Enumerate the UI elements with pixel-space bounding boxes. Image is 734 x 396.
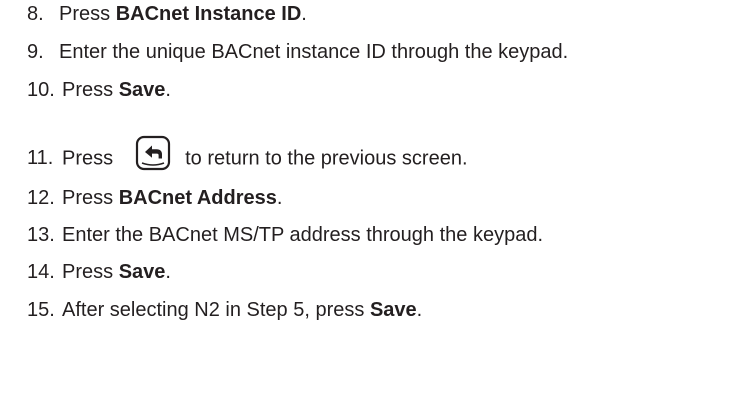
step-text: Press xyxy=(62,187,119,209)
instruction-list: 8. Press BACnet Instance ID. 9. Enter the … xyxy=(0,0,734,396)
step-text: Press xyxy=(59,3,116,25)
step-emphasis: Save xyxy=(118,79,166,101)
step-text: Press xyxy=(62,261,119,283)
step-punctuation: . xyxy=(276,187,283,209)
step-13: 13. Enter the BACnet MS/TP address throug… xyxy=(27,223,543,247)
step-punctuation: . xyxy=(301,3,307,25)
step-number: 14. xyxy=(27,261,55,283)
step-8: 8. Press BACnet Instance ID. xyxy=(27,2,307,26)
step-15: 15. After selecting N2 in Step 5, press S… xyxy=(27,298,422,322)
step-number: 9. xyxy=(27,41,44,63)
step-11: 11. Press to return to the previous scree… xyxy=(27,135,468,177)
step-10: 10. Press Save. xyxy=(27,78,171,102)
step-12: 12. Press BACnet Address. xyxy=(27,186,282,210)
step-9: 9. Enter the unique BACnet instance ID th… xyxy=(27,40,568,64)
step-number: 12. xyxy=(27,187,55,209)
step-14: 14. Press Save. xyxy=(27,260,171,284)
step-text: to return to the previous screen. xyxy=(185,147,468,170)
step-text: Press xyxy=(62,147,114,170)
step-punctuation: . xyxy=(416,299,423,321)
step-emphasis: BACnet Address xyxy=(118,187,277,209)
back-arrow-icon xyxy=(135,135,171,171)
step-punctuation: . xyxy=(165,79,171,101)
step-number: 11. xyxy=(27,147,54,170)
step-text: Press xyxy=(62,79,119,101)
step-text: Enter the BACnet MS/TP address through t… xyxy=(62,224,544,246)
step-emphasis: Save xyxy=(118,261,166,283)
step-number: 10. xyxy=(27,79,55,101)
step-number: 15. xyxy=(27,299,55,321)
step-emphasis: BACnet Instance ID xyxy=(115,3,302,25)
step-number: 13. xyxy=(27,224,55,246)
step-emphasis: Save xyxy=(369,299,417,321)
step-number: 8. xyxy=(27,3,44,25)
step-text: Enter the unique BACnet instance ID thro… xyxy=(59,41,569,63)
step-punctuation: . xyxy=(165,261,171,283)
step-text: After selecting N2 in Step 5, press xyxy=(62,299,370,321)
